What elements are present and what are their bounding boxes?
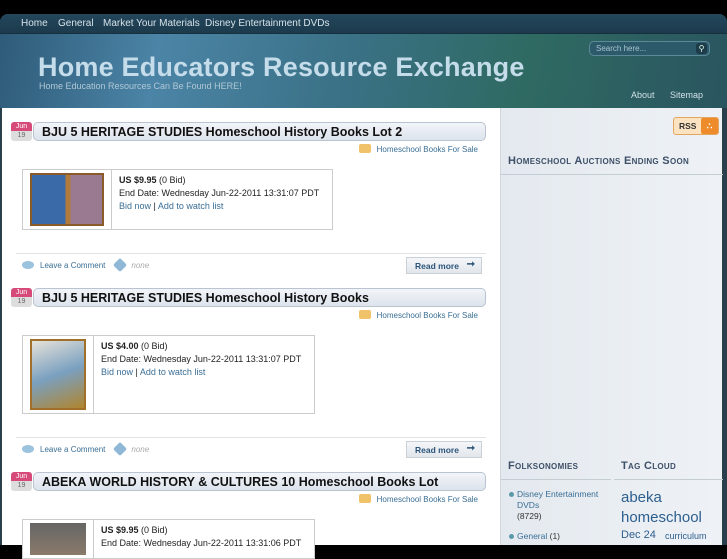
tags-value: none <box>131 445 150 454</box>
read-more-button[interactable]: Read more ➞ <box>406 257 482 274</box>
price: US $9.95 <box>101 525 139 535</box>
tag-homeschool[interactable]: homeschool <box>621 509 702 526</box>
date-day: 19 <box>11 297 32 307</box>
separator: | <box>153 201 156 211</box>
search-input[interactable]: Search here... ⚲ <box>589 41 710 56</box>
post-title[interactable]: ABEKA WORLD HISTORY & CULTURES 10 Homesc… <box>33 472 486 491</box>
bid-count: (0 Bid) <box>141 525 168 535</box>
read-more-button[interactable]: Read more ➞ <box>406 441 482 458</box>
comment-icon <box>22 445 34 453</box>
date-month: Jun <box>11 472 32 481</box>
auction-info: US $4.00 (0 Bid) End Date: Wednesday Jun… <box>101 340 301 379</box>
date-badge: Jun 19 <box>11 122 32 141</box>
tag-icon <box>113 441 128 457</box>
date-month: Jun <box>11 288 32 297</box>
folksonomies-heading: Folksonomies <box>508 460 579 472</box>
folder-icon <box>358 310 371 319</box>
category-label: Homeschool Books For Sale <box>376 145 478 154</box>
post-category[interactable]: Homeschool Books For Sale <box>358 494 478 504</box>
folksonomy-count: (8729) <box>517 511 542 521</box>
bid-now-link[interactable]: Bid now <box>101 367 133 377</box>
auction-thumbnail[interactable] <box>23 170 112 229</box>
leave-comment-link[interactable]: Leave a Comment <box>40 261 105 270</box>
end-date: End Date: Wednesday Jun-22-2011 13:31:07… <box>101 354 302 364</box>
post-footer: Leave a Comment none Read more ➞ <box>16 437 486 461</box>
nav-disney-dvds[interactable]: Disney Entertainment DVDs <box>205 18 330 29</box>
site-header: Home General Market Your Materials Disne… <box>0 14 727 108</box>
read-more-label: Read more <box>415 445 459 455</box>
auction-thumbnail[interactable] <box>23 336 94 413</box>
post-title[interactable]: BJU 5 HERITAGE STUDIES Homeschool Histor… <box>33 288 486 307</box>
folksonomy-label[interactable]: Disney Entertainment DVDs <box>517 489 598 510</box>
divider <box>501 479 611 480</box>
read-more-label: Read more <box>415 261 459 271</box>
bid-now-link[interactable]: Bid now <box>119 201 151 211</box>
auction-box: US $4.00 (0 Bid) End Date: Wednesday Jun… <box>22 335 315 414</box>
end-date: End Date: Wednesday Jun-22-2011 13:31:06… <box>101 538 302 548</box>
folksonomy-label[interactable]: General <box>517 531 547 541</box>
link-sitemap[interactable]: Sitemap <box>670 90 703 100</box>
auction-info: US $9.95 (0 Bid) End Date: Wednesday Jun… <box>101 524 301 550</box>
category-label: Homeschool Books For Sale <box>376 495 478 504</box>
main-content: Jun 19 BJU 5 HERITAGE STUDIES Homeschool … <box>0 108 500 559</box>
category-label: Homeschool Books For Sale <box>376 311 478 320</box>
divider <box>614 479 723 480</box>
auction-box: US $9.95 (0 Bid) End Date: Wednesday Jun… <box>22 519 315 559</box>
auctions-heading: Homeschool Auctions Ending Soon <box>508 155 690 167</box>
nav-general[interactable]: General <box>58 18 94 29</box>
tag-cloud-heading: Tag Cloud <box>621 460 677 472</box>
date-badge: Jun 19 <box>11 472 32 491</box>
leave-comment-link[interactable]: Leave a Comment <box>40 445 105 454</box>
auction-box: US $9.95 (0 Bid) End Date: Wednesday Jun… <box>22 169 333 230</box>
rss-label: RSS <box>679 121 697 131</box>
bid-count: (0 Bid) <box>159 175 186 185</box>
date-day: 19 <box>11 131 32 141</box>
bid-count: (0 Bid) <box>141 341 168 351</box>
folder-icon <box>358 144 371 153</box>
auction-thumbnail[interactable] <box>23 520 94 558</box>
post-category[interactable]: Homeschool Books For Sale <box>358 144 478 154</box>
divider <box>501 174 723 175</box>
price: US $9.95 <box>119 175 157 185</box>
price: US $4.00 <box>101 341 139 351</box>
folksonomy-count: (1) <box>549 531 561 541</box>
post-category[interactable]: Homeschool Books For Sale <box>358 310 478 320</box>
sidebar: RSS ∴ Homeschool Auctions Ending Soon Fol… <box>500 108 727 545</box>
tags-value: none <box>131 261 150 270</box>
site-title[interactable]: Home Educators Resource Exchange <box>38 52 525 83</box>
rss-button[interactable]: RSS ∴ <box>673 117 719 135</box>
tag-dec-24[interactable]: Dec 24 <box>621 529 656 541</box>
folksonomy-item[interactable]: Disney Entertainment DVDs (8729) <box>509 489 609 522</box>
watch-list-link[interactable]: Add to watch list <box>140 367 206 377</box>
watch-list-link[interactable]: Add to watch list <box>158 201 224 211</box>
top-nav: Home General Market Your Materials Disne… <box>0 14 727 34</box>
auction-info: US $9.95 (0 Bid) End Date: Wednesday Jun… <box>119 174 319 213</box>
end-date: End Date: Wednesday Jun-22-2011 13:31:07… <box>119 188 320 198</box>
date-month: Jun <box>11 122 32 131</box>
site-tagline: Home Education Resources Can Be Found HE… <box>39 81 242 91</box>
comment-icon <box>22 261 34 269</box>
tag-curriculum[interactable]: curriculum <box>665 531 707 541</box>
tag-abeka[interactable]: abeka <box>621 489 662 506</box>
nav-home[interactable]: Home <box>21 18 48 29</box>
arrow-right-icon: ➞ <box>466 259 475 270</box>
folder-icon <box>358 494 371 503</box>
tag-icon <box>113 257 128 273</box>
date-badge: Jun 19 <box>11 288 32 307</box>
nav-market-your-materials[interactable]: Market Your Materials <box>103 18 200 29</box>
separator: | <box>135 367 138 377</box>
date-day: 19 <box>11 481 32 491</box>
search-placeholder: Search here... <box>596 44 647 53</box>
arrow-right-icon: ➞ <box>466 443 475 454</box>
post-title[interactable]: BJU 5 HERITAGE STUDIES Homeschool Histor… <box>33 122 486 141</box>
rss-icon: ∴ <box>701 118 718 134</box>
search-icon[interactable]: ⚲ <box>696 43 707 54</box>
post-footer: Leave a Comment none Read more ➞ <box>16 253 486 277</box>
link-about[interactable]: About <box>631 90 655 100</box>
folksonomy-item[interactable]: General (1) <box>509 531 609 542</box>
